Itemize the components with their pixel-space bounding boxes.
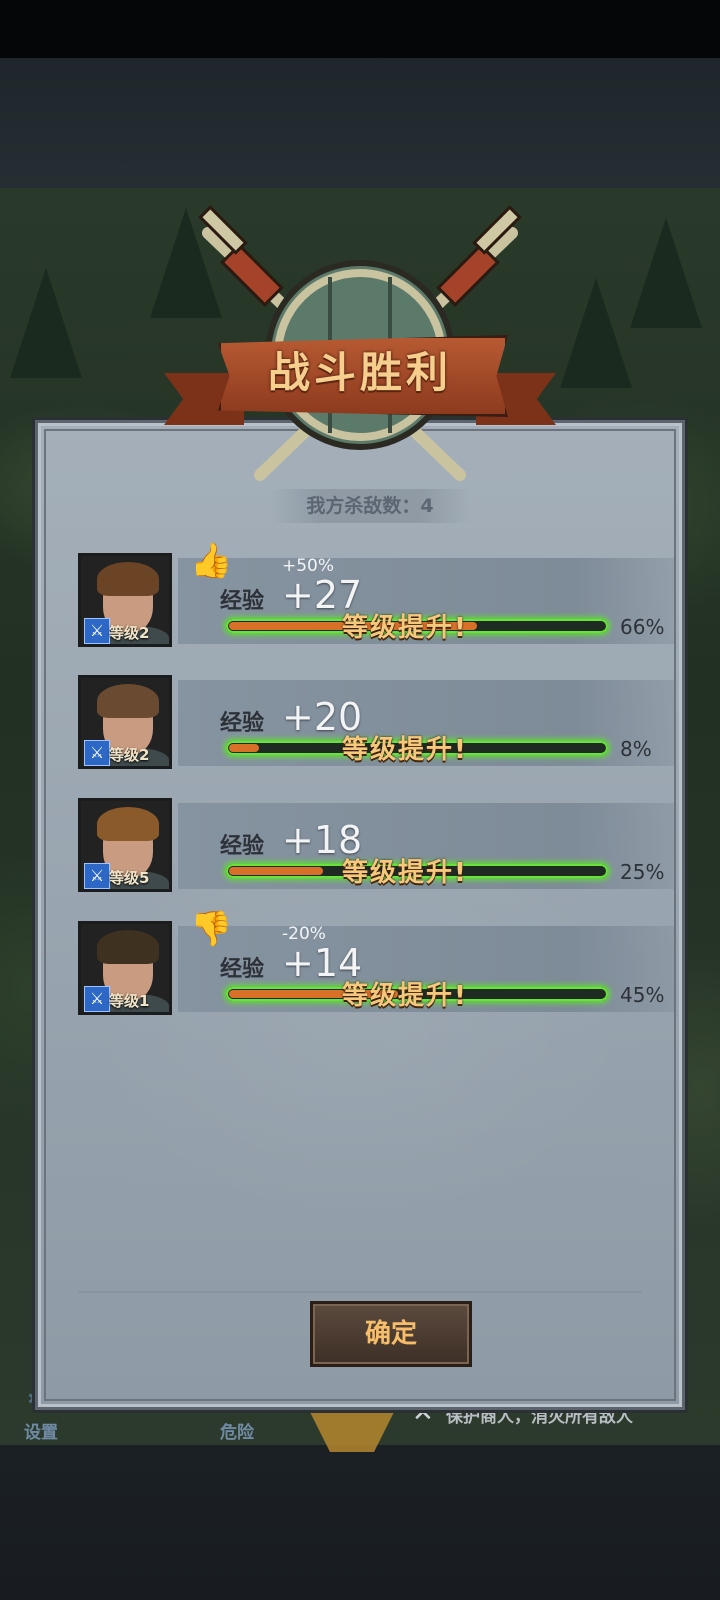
portrait-hair — [97, 807, 159, 841]
battlefield-ground — [0, 58, 720, 188]
thumbs-up-icon: 👍 — [190, 541, 233, 581]
level-up-text: 等级提升! — [342, 858, 468, 888]
hero-row: ⚔ 等级1 👎 -20% 经验 +14 等级提升! 45% — [78, 909, 674, 1017]
hero-level: 等级5 — [109, 869, 150, 887]
level-up-text: 等级提升! — [342, 981, 468, 1011]
portrait-hair — [97, 562, 159, 596]
exp-percent: 66% — [620, 615, 665, 639]
battle-result-panel: 我方杀敌数：4 ⚔ 等级2 👍 +50% 经验 +27 等级提升! 66% ⚔ … — [35, 420, 685, 1410]
portrait-hair — [97, 930, 159, 964]
exp-label: 经验 — [220, 589, 265, 614]
hero-portrait[interactable]: ⚔ 等级2 — [78, 553, 172, 647]
exp-label: 经验 — [220, 957, 265, 982]
hero-portrait[interactable]: ⚔ 等级2 — [78, 675, 172, 769]
hero-portrait[interactable]: ⚔ 等级5 — [78, 798, 172, 892]
exp-label: 经验 — [220, 711, 265, 736]
exp-label: 经验 — [220, 834, 265, 859]
hero-row: ⚔ 等级2 经验 +20 等级提升! 8% — [78, 675, 674, 771]
tree-icon — [630, 218, 702, 328]
sword-class-icon: ⚔ — [84, 740, 110, 766]
tree-icon — [560, 278, 632, 388]
exp-percent: 45% — [620, 983, 665, 1007]
level-up-text: 等级提升! — [342, 613, 468, 643]
hero-level: 等级2 — [109, 746, 150, 764]
hero-row: ⚔ 等级2 👍 +50% 经验 +27 等级提升! 66% — [78, 541, 674, 649]
thumbs-down-icon: 👎 — [190, 909, 233, 949]
tree-icon — [10, 268, 82, 378]
sword-class-icon: ⚔ — [84, 863, 110, 889]
level-up-text: 等级提升! — [342, 735, 468, 765]
exp-percent: 8% — [620, 737, 652, 761]
hero-level: 等级1 — [109, 992, 150, 1010]
confirm-button[interactable]: 确定 — [310, 1301, 472, 1367]
sword-class-icon: ⚔ — [84, 618, 110, 644]
exp-percent: 25% — [620, 860, 665, 884]
settings-button[interactable]: 设置 — [24, 1418, 58, 1443]
panel-divider — [78, 1291, 642, 1293]
hero-portrait[interactable]: ⚔ 等级1 — [78, 921, 172, 1015]
hero-level: 等级2 — [109, 624, 150, 642]
danger-button[interactable]: 危险 — [220, 1418, 254, 1443]
victory-title: 战斗胜利 — [267, 348, 452, 397]
status-bar-area — [0, 0, 720, 58]
portrait-hair — [97, 684, 159, 718]
bottom-hud-background — [0, 1445, 720, 1600]
sword-class-icon: ⚔ — [84, 986, 110, 1012]
exp-progress-fill — [229, 867, 323, 875]
hero-row: ⚔ 等级5 经验 +18 等级提升! 25% — [78, 798, 674, 894]
exp-progress-fill — [229, 744, 259, 752]
victory-emblem: 战斗胜利 — [160, 205, 560, 495]
